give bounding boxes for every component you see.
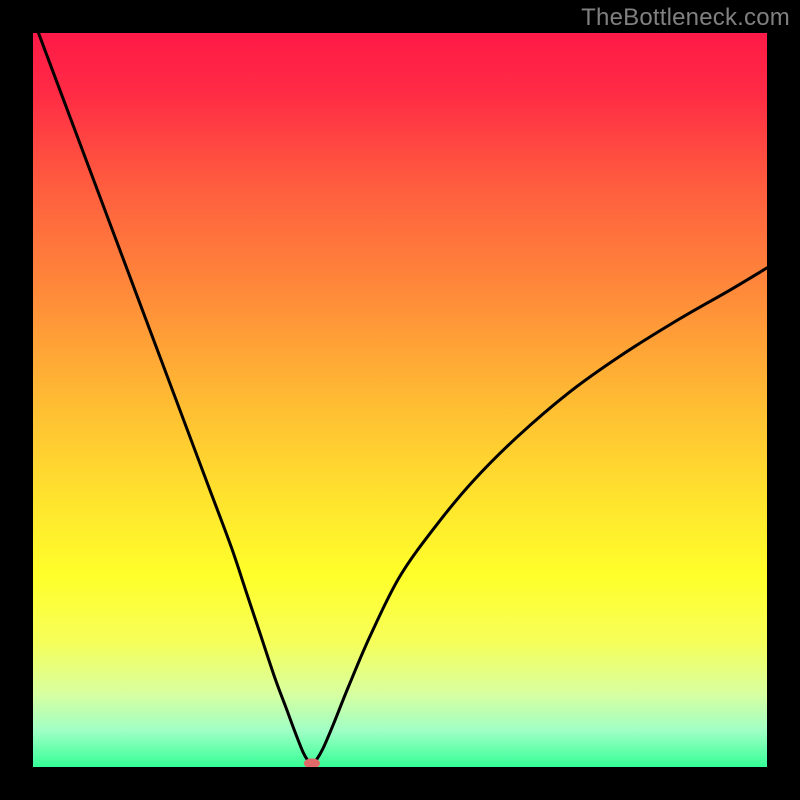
- gradient-background: [33, 33, 767, 767]
- attribution-label: TheBottleneck.com: [581, 4, 790, 32]
- plot-area: [33, 33, 767, 767]
- bottleneck-chart: [33, 33, 767, 767]
- chart-frame: TheBottleneck.com: [0, 0, 800, 800]
